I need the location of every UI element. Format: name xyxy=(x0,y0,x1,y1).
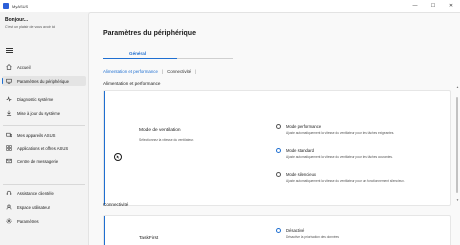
taskfirst-title: TaskFirst xyxy=(139,236,159,241)
option-description: Désactive la priorisation des données xyxy=(286,235,339,239)
radio-disabled[interactable] xyxy=(276,228,281,233)
section-title-power: Alimentation et performance xyxy=(103,81,161,86)
radio-performance[interactable] xyxy=(276,124,281,129)
gear-icon xyxy=(6,218,12,224)
radio-standard[interactable] xyxy=(276,148,281,153)
sidebar-item-device-settings[interactable]: Paramètres du périphérique xyxy=(2,76,86,86)
sidebar-divider xyxy=(3,184,85,185)
home-icon xyxy=(6,64,12,70)
sidebar: Bonjour... C'est un plaisir de vous avoi… xyxy=(0,12,88,245)
update-icon xyxy=(6,110,12,116)
window-controls: — ☐ ✕ xyxy=(406,0,460,12)
sidebar-item-my-devices[interactable]: Mes appareils ASUS xyxy=(2,130,86,140)
subnav-separator: | xyxy=(161,69,164,74)
tab-active-indicator xyxy=(103,58,177,60)
vertical-scrollbar[interactable] xyxy=(456,97,458,193)
user-icon xyxy=(6,204,12,210)
sidebar-item-label: Applications et offres ASUS xyxy=(17,145,69,151)
radio-silent[interactable] xyxy=(276,172,281,177)
profile-name: Bonjour... xyxy=(5,17,29,23)
option-description: Ajuste automatiquement la vitesse du ven… xyxy=(286,179,405,183)
option-label: Mode performance xyxy=(286,124,322,129)
fan-mode-title: Mode de ventilation xyxy=(139,128,181,133)
apps-icon xyxy=(6,145,12,151)
subnav-separator: | xyxy=(195,69,197,74)
sidebar-item-label: Assistance clientèle xyxy=(17,190,54,196)
option-description: Ajuste automatiquement la vitesse du ven… xyxy=(286,155,393,159)
mouse-cursor-icon xyxy=(114,153,122,161)
tab-general[interactable]: Général xyxy=(129,51,146,56)
subnav-connectivity[interactable]: Connectivité xyxy=(167,69,191,74)
sidebar-item-diagnostic[interactable]: Diagnostic système xyxy=(2,94,86,104)
main-content: Paramètres du périphérique Général Alime… xyxy=(88,12,460,245)
scroll-up-icon[interactable]: ▲ xyxy=(456,85,459,89)
maximize-button[interactable]: ☐ xyxy=(424,0,442,12)
option-label: Mode silencieux xyxy=(286,172,317,177)
option-label: Désactivé xyxy=(286,228,305,233)
hamburger-menu-icon[interactable] xyxy=(6,48,13,54)
sidebar-item-label: Espace utilisateur xyxy=(17,204,51,210)
support-icon xyxy=(6,190,12,196)
sidebar-item-user-space[interactable]: Espace utilisateur xyxy=(2,202,86,212)
diagnostic-icon xyxy=(6,96,12,102)
sidebar-item-settings[interactable]: Paramètres xyxy=(2,216,86,226)
devices-icon xyxy=(6,132,12,138)
page-title: Paramètres du périphérique xyxy=(103,30,196,37)
app-logo-icon xyxy=(3,3,9,9)
sub-navigation: Alimentation et performance | Connectivi… xyxy=(103,69,200,74)
minimize-button[interactable]: — xyxy=(406,0,424,12)
sidebar-item-system-update[interactable]: Mise à jour du système xyxy=(2,108,86,118)
title-bar: MyASUS — ☐ ✕ xyxy=(0,0,460,12)
sidebar-item-label: Paramètres xyxy=(17,218,39,224)
fan-mode-subtitle: Sélectionnez la vitesse du ventilateur. xyxy=(139,138,194,142)
option-description: Ajuste automatiquement la vitesse du ven… xyxy=(286,131,395,135)
sidebar-divider xyxy=(3,125,85,126)
sidebar-item-label: Accueil xyxy=(17,64,31,70)
app-title: MyASUS xyxy=(12,3,29,9)
fan-mode-card: Mode de ventilation Sélectionnez la vite… xyxy=(103,90,451,206)
taskfirst-card: TaskFirst Désactivé Désactive la prioris… xyxy=(103,215,451,245)
sidebar-item-label: Centre de messagerie xyxy=(17,158,59,164)
option-label: Mode standard xyxy=(286,148,314,153)
sidebar-item-label: Mise à jour du système xyxy=(17,110,61,116)
sidebar-item-label: Paramètres du périphérique xyxy=(17,78,69,84)
scroll-down-icon[interactable]: ▼ xyxy=(456,198,459,202)
sidebar-item-home[interactable]: Accueil xyxy=(2,62,86,72)
close-button[interactable]: ✕ xyxy=(442,0,460,12)
subnav-power-performance[interactable]: Alimentation et performance xyxy=(103,69,158,74)
sidebar-item-message-center[interactable]: Centre de messagerie xyxy=(2,156,86,166)
sidebar-item-label: Diagnostic système xyxy=(17,96,54,102)
profile-subtitle: C'est un plaisir de vous avoir ici xyxy=(5,25,56,29)
message-icon xyxy=(6,158,12,164)
section-title-connectivity: Connectivité xyxy=(103,202,129,207)
profile[interactable]: Bonjour... C'est un plaisir de vous avoi… xyxy=(5,17,55,29)
sidebar-item-label: Mes appareils ASUS xyxy=(17,132,56,138)
sidebar-item-apps-offers[interactable]: Applications et offres ASUS xyxy=(2,143,86,153)
sidebar-item-customer-support[interactable]: Assistance clientèle xyxy=(2,188,86,198)
device-settings-icon xyxy=(6,78,12,84)
